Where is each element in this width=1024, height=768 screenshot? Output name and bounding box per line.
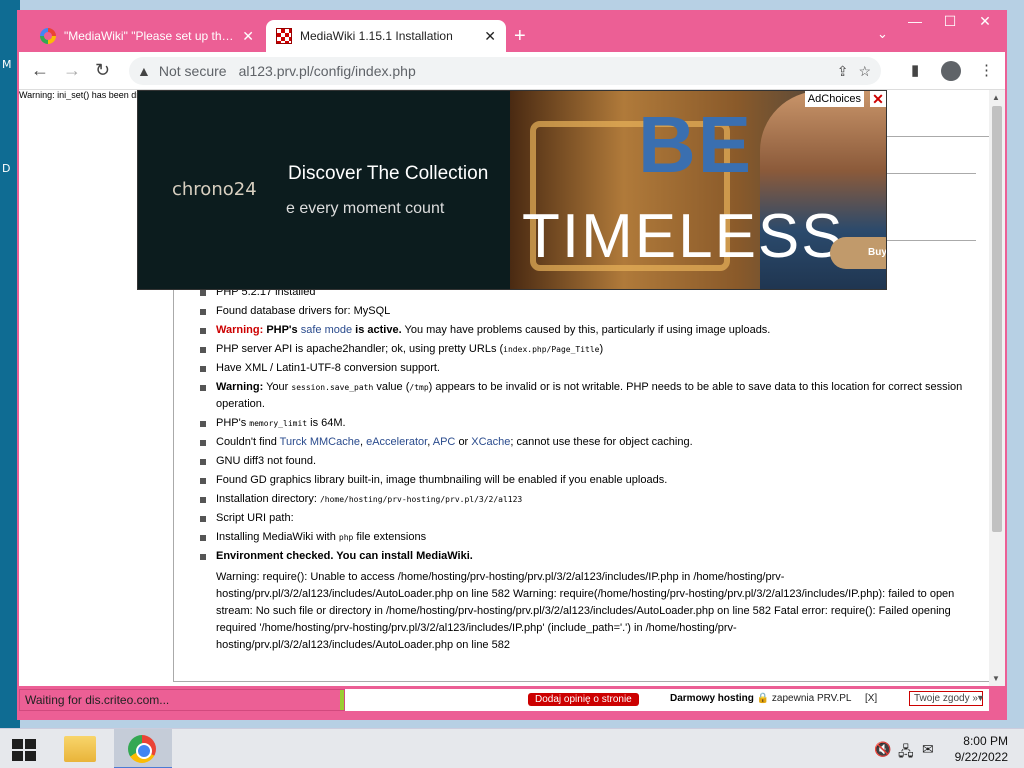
profile-avatar[interactable] (941, 61, 961, 85)
ad-close-icon[interactable]: ✕ (870, 91, 886, 107)
hosting-info: Darmowy hosting 🔒 zapewnia PRV.PL [X] (670, 693, 878, 704)
chrome-taskbar-button[interactable] (114, 729, 172, 768)
desktop-icon-fragment: M (2, 58, 12, 71)
consents-button[interactable]: Twoje zgody » (909, 691, 983, 706)
advertisement-banner[interactable]: chrono24 Discover The Collection e every… (137, 90, 887, 290)
scroll-up-icon[interactable]: ▲ (992, 93, 1000, 102)
browser-toolbar: ← → ↻ ▲ Not secure al123.prv.pl/config/i… (19, 52, 1005, 90)
back-arrow-icon[interactable]: ← (31, 60, 49, 80)
xcache-link[interactable]: XCache (471, 436, 510, 448)
mediawiki-favicon-icon (276, 28, 292, 44)
scrollbar-thumb[interactable] (992, 106, 1002, 532)
tab-title: MediaWiki 1.15.1 Installation (300, 29, 453, 43)
share-icon[interactable]: ⇪ (837, 63, 849, 80)
list-item: PHP server API is apache2handler; ok, us… (196, 341, 976, 358)
ini-set-warning: Warning: ini_set() has been disabled (19, 90, 137, 100)
environment-checks-list: PHP 5.2.17 installed Found database driv… (196, 284, 976, 567)
scroll-down-icon[interactable]: ▼ (992, 674, 1000, 683)
maximize-button[interactable]: ☐ (935, 10, 965, 32)
ad-photo: BE TIMELESS Buy (510, 91, 886, 289)
new-tab-button[interactable]: + (514, 24, 526, 48)
tab-mediawiki-search[interactable]: "MediaWiki" "Please set up the wiki firs… (30, 20, 264, 52)
eaccelerator-link[interactable]: eAccelerator (366, 436, 427, 448)
tab-mediawiki-installation[interactable]: MediaWiki 1.15.1 Installation ✕ (266, 20, 506, 52)
bookmark-star-icon[interactable]: ☆ (858, 63, 871, 80)
taskbar: 🔇 🖧 ✉ 8:00 PM 9/22/2022 (0, 728, 1024, 768)
not-secure-label[interactable]: Not secure (159, 63, 227, 79)
warning-triangle-icon[interactable]: ▲ (137, 63, 151, 79)
clock-time: 8:00 PM (963, 734, 1008, 748)
address-bar[interactable]: ▲ Not secure al123.prv.pl/config/index.p… (129, 57, 881, 85)
google-icon (40, 28, 56, 44)
list-item: Warning: PHP's safe mode is active. You … (196, 322, 976, 339)
url-text[interactable]: al123.prv.pl/config/index.php (239, 63, 416, 79)
ad-buy-button[interactable]: Buy (830, 237, 886, 269)
notification-icon[interactable]: ✉ (922, 741, 934, 758)
close-footer-button[interactable]: [X] (865, 693, 877, 704)
add-review-button[interactable]: Dodaj opinię o stronie (528, 693, 639, 706)
hosting-footer-bar: Dodaj opinię o stronie Darmowy hosting 🔒… (345, 689, 989, 711)
windows-start-icon[interactable] (12, 739, 36, 761)
ad-title: Discover The Collection (288, 163, 489, 184)
list-item: Have XML / Latin1-UTF-8 conversion suppo… (196, 360, 976, 377)
list-item: Warning: Your session.save_path value (/… (196, 379, 976, 413)
list-item: Installation directory: /home/hosting/pr… (196, 491, 976, 508)
forward-arrow-icon[interactable]: → (63, 60, 81, 80)
environment-ok-message: Environment checked. You can install Med… (196, 548, 976, 565)
list-item: GNU diff3 not found. (196, 453, 976, 470)
ad-subtitle: e every moment count (286, 200, 445, 217)
minimize-button[interactable]: — (900, 10, 930, 32)
ad-headline-timeless: TIMELESS (522, 202, 845, 271)
list-item: Script URI path: (196, 510, 976, 527)
menu-kebab-icon[interactable]: ⋮ (979, 61, 994, 79)
volume-muted-icon[interactable]: 🔇 (874, 741, 891, 758)
side-panel-icon[interactable]: ▮ (911, 61, 919, 79)
network-icon[interactable]: 🖧 (898, 741, 914, 765)
desktop-icon-fragment: D (2, 162, 11, 175)
list-item: Couldn't find Turck MMCache, eAccelerato… (196, 434, 976, 451)
safe-mode-link[interactable]: safe mode (301, 324, 352, 336)
lock-icon: 🔒 (756, 693, 770, 704)
chrome-icon (128, 735, 156, 763)
list-item: Installing MediaWiki with php file exten… (196, 529, 976, 546)
ad-headline-be: BE (638, 100, 754, 189)
chrono24-logo: chrono24 (172, 179, 257, 200)
reload-icon[interactable]: ↻ (95, 60, 110, 80)
close-tab-icon[interactable]: ✕ (242, 28, 254, 45)
php-error-message: Warning: require(): Unable to access /ho… (216, 571, 955, 651)
tab-title: "MediaWiki" "Please set up the wiki firs… (64, 29, 234, 43)
apc-link[interactable]: APC (433, 436, 456, 448)
close-window-button[interactable]: ✕ (970, 10, 1000, 32)
collapse-triangle-icon[interactable]: ▼ (976, 693, 985, 703)
close-tab-icon[interactable]: ✕ (484, 28, 496, 45)
adchoices-button[interactable]: AdChoices (804, 91, 864, 107)
list-item: PHP's memory_limit is 64M. (196, 415, 976, 432)
file-explorer-icon[interactable] (64, 736, 96, 762)
vertical-scrollbar[interactable]: ▲ ▼ (989, 90, 1005, 686)
tab-search-chevron-down-icon[interactable]: ⌄ (877, 26, 888, 42)
list-item: Found database drivers for: MySQL (196, 303, 976, 320)
turck-link[interactable]: Turck MMCache (280, 436, 360, 448)
status-bubble: Waiting for dis.criteo.com... (19, 689, 345, 711)
system-clock[interactable]: 8:00 PM 9/22/2022 (955, 733, 1008, 765)
list-item: Found GD graphics library built-in, imag… (196, 472, 976, 489)
clock-date: 9/22/2022 (954, 750, 1008, 764)
